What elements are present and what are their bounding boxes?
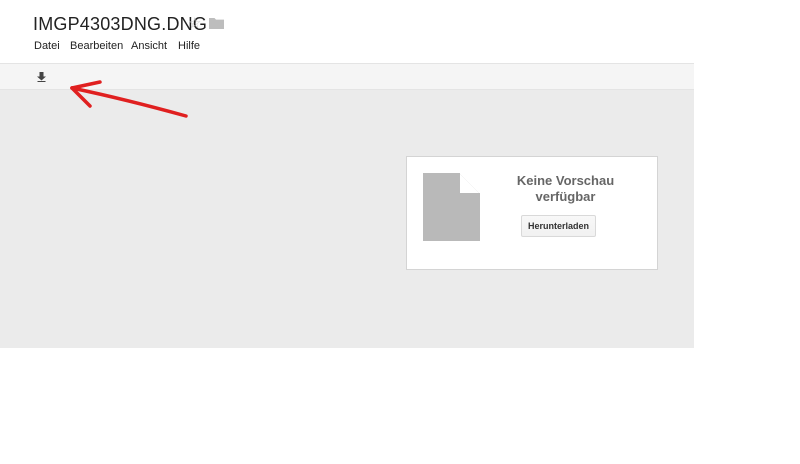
folder-icon[interactable]: [209, 17, 224, 29]
header: IMGP4303DNG.DNG ☆ Datei Bearbeiten Ansic…: [0, 0, 694, 63]
star-icon[interactable]: ☆: [188, 14, 201, 32]
drive-file-viewer: IMGP4303DNG.DNG ☆ Datei Bearbeiten Ansic…: [0, 0, 800, 464]
no-preview-line-2: verfügbar: [535, 189, 596, 204]
file-title: IMGP4303DNG.DNG: [33, 14, 208, 34]
menu-item-datei[interactable]: Datei: [34, 40, 60, 52]
no-preview-line-1: Keine Vorschau: [516, 173, 615, 188]
download-button[interactable]: Herunterladen: [521, 215, 596, 237]
menu-item-bearbeiten[interactable]: Bearbeiten: [70, 40, 123, 52]
toolbar: [0, 63, 694, 90]
no-preview-message: Keine Vorschau verfügbar: [503, 173, 628, 205]
menu-item-hilfe[interactable]: Hilfe: [178, 40, 200, 52]
download-icon[interactable]: [37, 72, 46, 82]
menu-item-ansicht[interactable]: Ansicht: [131, 40, 167, 52]
preview-area: Keine Vorschau verfügbar Herunterladen: [0, 90, 694, 348]
generic-file-icon: [423, 173, 480, 241]
no-preview-card: Keine Vorschau verfügbar Herunterladen: [406, 156, 658, 270]
